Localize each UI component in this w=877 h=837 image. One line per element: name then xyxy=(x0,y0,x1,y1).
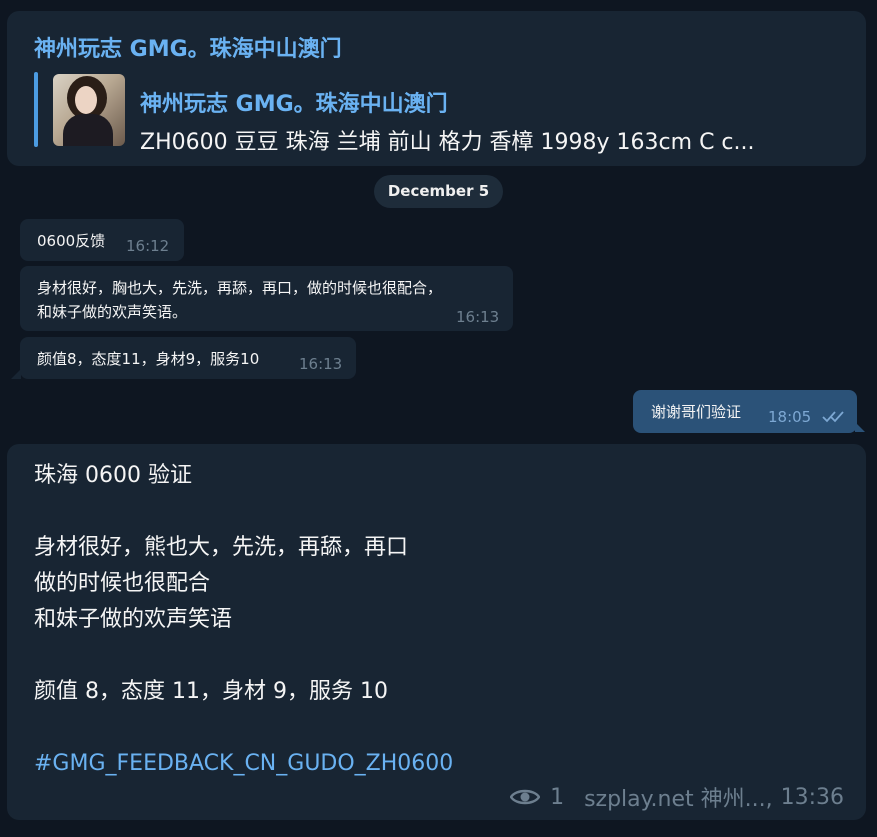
post-line: 做的时候也很配合 xyxy=(34,571,211,596)
message-bubble-incoming[interactable]: 0600反馈 16:12 xyxy=(20,219,184,261)
message-bubble-incoming[interactable]: 身材很好，胸也大，先洗，再舔，再口，做的时候也很配合， 和妹子做的欢声笑语。 1… xyxy=(20,266,513,331)
hashtag-link[interactable]: #GMG_FEEDBACK_CN_GUDO_ZH0600 xyxy=(34,746,834,782)
message-text: 0600反馈 xyxy=(37,232,106,250)
message-text-line: 身材很好，胸也大，先洗，再舔，再口，做的时候也很配合， xyxy=(37,279,443,297)
reply-preview[interactable]: 神州玩志 GMG。珠海中山澳门 ZH0600 豆豆 珠海 兰埔 前山 格力 香樟… xyxy=(34,72,854,155)
date-separator: December 5 xyxy=(374,175,503,208)
reply-accent-bar xyxy=(34,72,38,147)
channel-post-card[interactable]: 神州玩志 GMG。珠海中山澳门 神州玩志 GMG。珠海中山澳门 ZH0600 豆… xyxy=(7,11,866,166)
view-count: 1 xyxy=(550,784,565,810)
post-line: 珠海 0600 验证 xyxy=(34,463,192,488)
message-time: 18:05 xyxy=(768,408,812,426)
message-time: 16:12 xyxy=(126,237,170,255)
post-line xyxy=(34,494,834,530)
message-text: 颜值8，态度11，身材9，服务10 xyxy=(37,350,260,368)
reply-thumbnail[interactable] xyxy=(53,74,125,146)
message-bubble-outgoing[interactable]: 谢谢哥们验证 18:05 xyxy=(633,390,857,433)
post-body: 珠海 0600 验证 身材很好，熊也大，先洗，再舔，再口 做的时候也很配合 和妹… xyxy=(34,458,834,782)
eye-icon xyxy=(510,789,541,805)
message-bubble-incoming[interactable]: 颜值8，态度11，身材9，服务10 16:13 xyxy=(20,337,356,379)
message-text: 谢谢哥们验证 xyxy=(651,403,742,421)
channel-name[interactable]: 神州玩志 GMG。珠海中山澳门 xyxy=(34,31,342,63)
message-time: 16:13 xyxy=(299,355,343,373)
bubble-tail xyxy=(855,422,865,432)
channel-post[interactable]: 珠海 0600 验证 身材很好，熊也大，先洗，再舔，再口 做的时候也很配合 和妹… xyxy=(7,444,866,820)
reply-text: ZH0600 豆豆 珠海 兰埔 前山 格力 香樟 1998y 163cm C c… xyxy=(140,130,755,155)
post-signature: szplay.net 神州..., xyxy=(584,787,773,812)
post-line xyxy=(34,638,834,674)
post-meta: 1 szplay.net 神州..., 13:36 xyxy=(510,782,844,812)
thumbnail-dress xyxy=(63,114,113,146)
message-text-line: 和妹子做的欢声笑语。 xyxy=(37,303,188,321)
thumbnail-face xyxy=(75,86,97,114)
post-line: 颜值 8，态度 11，身材 9，服务 10 xyxy=(34,679,388,704)
post-line xyxy=(34,710,834,746)
reply-title: 神州玩志 GMG。珠海中山澳门 xyxy=(140,92,448,117)
message-time: 16:13 xyxy=(456,308,500,326)
bubble-tail xyxy=(11,369,21,379)
post-line: 身材很好，熊也大，先洗，再舔，再口 xyxy=(34,535,409,560)
post-line: 和妹子做的欢声笑语 xyxy=(34,607,233,632)
post-time: 13:36 xyxy=(780,784,844,810)
double-check-icon xyxy=(822,411,844,423)
